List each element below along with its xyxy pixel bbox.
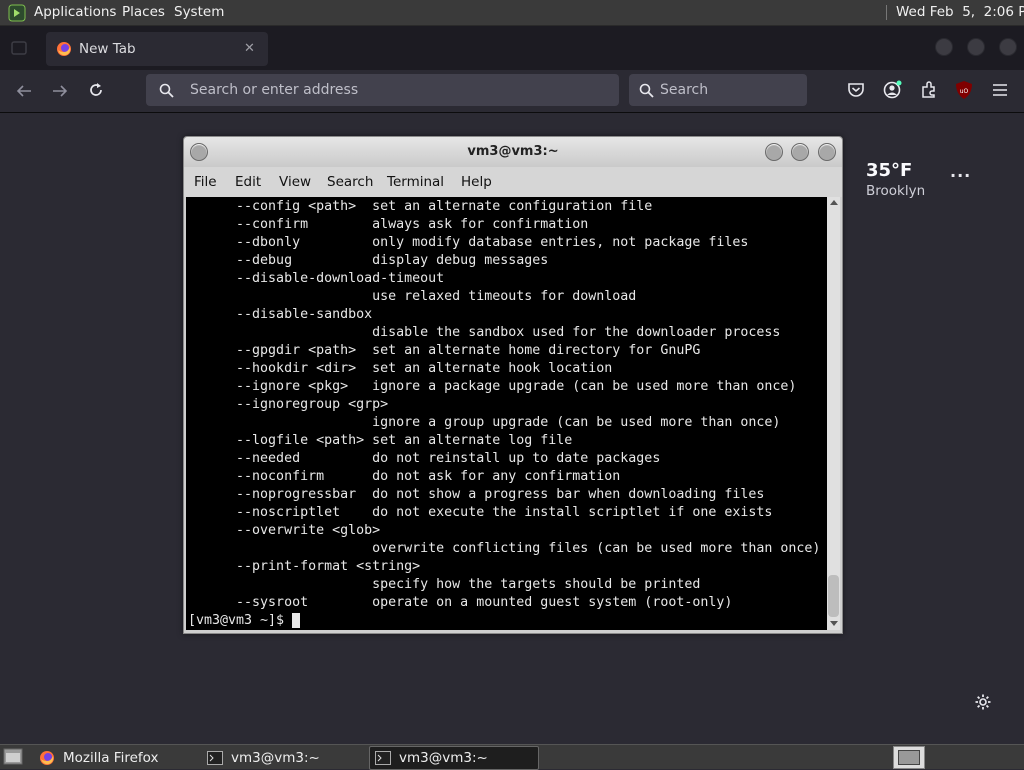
tab-title: New Tab: [79, 41, 136, 57]
terminal-icon: [207, 751, 223, 765]
applications-menu[interactable]: Applications: [34, 0, 116, 25]
terminal-cursor: [292, 613, 301, 628]
bottom-taskbar: Mozilla Firefox vm3@vm3:~ vm3@vm3:~: [0, 744, 1024, 770]
pocket-icon[interactable]: [847, 81, 865, 99]
terminal-menu-help[interactable]: Help: [461, 167, 492, 197]
terminal-screen[interactable]: --config <path> set an alternate configu…: [186, 197, 827, 630]
terminal-menu-edit[interactable]: Edit: [235, 167, 261, 197]
terminal-scrollbar-thumb[interactable]: [828, 575, 839, 617]
forward-arrow-icon[interactable]: [51, 82, 69, 100]
scroll-down-arrow-icon[interactable]: [830, 621, 838, 626]
terminal-maximize-button[interactable]: [791, 143, 809, 161]
places-menu[interactable]: Places: [122, 0, 165, 25]
clock[interactable]: Wed Feb 5, 2:06 PM: [896, 0, 1024, 25]
taskbar-item-terminal-2[interactable]: vm3@vm3:~: [369, 746, 539, 770]
navigation-toolbar: Search or enter address Search uO: [0, 70, 1024, 113]
terminal-menu-terminal[interactable]: Terminal: [387, 167, 444, 197]
taskbar-item-label: vm3@vm3:~: [231, 750, 320, 766]
taskbar-item-label: Mozilla Firefox: [63, 750, 159, 766]
scroll-up-arrow-icon[interactable]: [830, 200, 838, 205]
search-icon: [639, 83, 654, 98]
taskbar-item-terminal-1[interactable]: vm3@vm3:~: [199, 746, 367, 770]
tab-strip: New Tab ✕: [0, 26, 1024, 70]
tab-overview-icon[interactable]: [11, 41, 27, 55]
extensions-puzzle-icon[interactable]: [920, 81, 938, 99]
hamburger-menu-icon[interactable]: [991, 82, 1009, 98]
terminal-close-button[interactable]: [818, 143, 836, 161]
svg-text:uO: uO: [960, 88, 969, 95]
workspace-switcher[interactable]: [893, 746, 925, 769]
panel-separator: [886, 5, 887, 20]
workspace-1[interactable]: [898, 750, 920, 765]
account-icon[interactable]: [883, 80, 903, 100]
tab-close-icon[interactable]: ✕: [244, 32, 255, 66]
taskbar-item-firefox[interactable]: Mozilla Firefox: [30, 746, 198, 770]
weather-widget[interactable]: 35°F Brooklyn: [866, 160, 925, 200]
terminal-scrollbar[interactable]: [827, 197, 840, 630]
window-close-button[interactable]: [999, 38, 1017, 56]
top-panel: Applications Places System Wed Feb 5, 2:…: [0, 0, 1024, 26]
window-maximize-button[interactable]: [967, 38, 985, 56]
back-arrow-icon[interactable]: [15, 82, 33, 100]
taskbar-item-label: vm3@vm3:~: [399, 750, 488, 766]
terminal-output: --config <path> set an alternate configu…: [186, 198, 820, 630]
firefox-icon: [57, 42, 71, 56]
terminal-title: vm3@vm3:~: [467, 144, 559, 159]
terminal-icon: [375, 751, 391, 765]
firefox-icon: [40, 751, 54, 765]
terminal-menu-search[interactable]: Search: [327, 167, 373, 197]
ublock-origin-icon[interactable]: uO: [955, 80, 973, 100]
distro-logo-icon[interactable]: [8, 4, 26, 22]
reload-icon[interactable]: [87, 81, 105, 99]
tab-new-tab[interactable]: New Tab ✕: [46, 32, 268, 66]
weather-location: Brooklyn: [866, 183, 926, 199]
terminal-prompt: [vm3@vm3 ~]$: [188, 613, 293, 628]
terminal-menu-view[interactable]: View: [279, 167, 311, 197]
weather-more-options-icon[interactable]: ···: [950, 166, 971, 185]
settings-gear-icon[interactable]: [974, 693, 992, 711]
window-minimize-button[interactable]: [935, 38, 953, 56]
weather-temperature: 35°F: [866, 160, 913, 181]
search-icon: [159, 83, 174, 98]
terminal-menubar: File Edit View Search Terminal Help: [184, 167, 842, 197]
show-desktop-icon[interactable]: [3, 748, 23, 765]
terminal-titlebar[interactable]: vm3@vm3:~: [184, 137, 842, 167]
address-bar[interactable]: Search or enter address: [146, 74, 619, 106]
system-menu[interactable]: System: [174, 0, 224, 25]
terminal-window[interactable]: vm3@vm3:~ File Edit View Search Terminal…: [183, 136, 843, 634]
address-placeholder: Search or enter address: [190, 82, 359, 98]
search-placeholder: Search: [660, 82, 709, 98]
terminal-output-text: --config <path> set an alternate configu…: [236, 199, 821, 610]
terminal-menu-file[interactable]: File: [194, 167, 217, 197]
terminal-minimize-button[interactable]: [765, 143, 783, 161]
search-bar[interactable]: Search: [629, 74, 807, 106]
